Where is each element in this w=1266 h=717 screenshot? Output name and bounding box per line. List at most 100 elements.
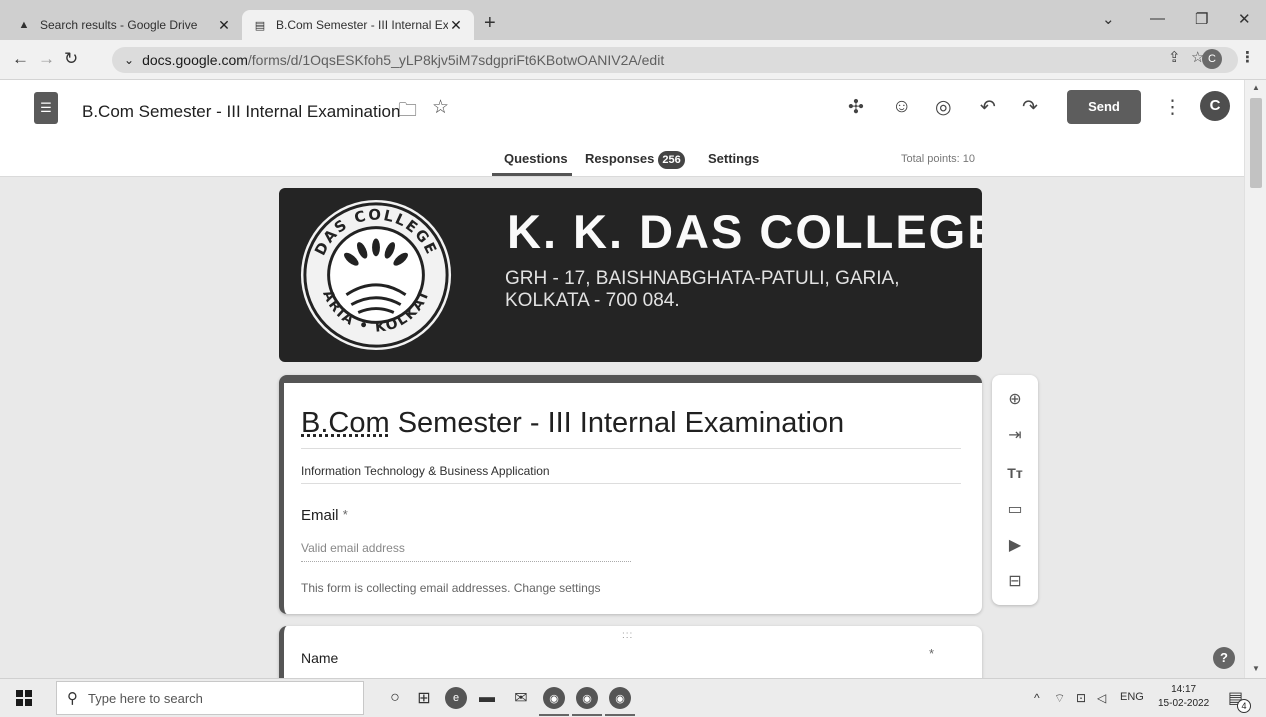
taskbar-search-input[interactable]: ⚲ Type here to search	[56, 681, 364, 715]
site-info-chevron-icon[interactable]: ⌄	[124, 53, 134, 67]
back-arrow-icon[interactable]: ←	[12, 49, 29, 69]
chrome-icon[interactable]: ◉	[543, 687, 565, 709]
page-scrollbar[interactable]: ▲ ▼	[1244, 80, 1266, 678]
network-icon[interactable]: ⊡	[1076, 691, 1086, 705]
college-name: K. K. DAS COLLEGE	[507, 205, 982, 258]
task-view-icon[interactable]: ⊞	[413, 687, 435, 709]
question-side-toolbar: ⊕ ⇥ Tт ▭ ▶ ⊟	[992, 375, 1038, 605]
college-address: GRH - 17, BAISHNABGHATA-PATULI, GARIA, K…	[505, 268, 900, 312]
address-line-2: KOLKATA - 700 084.	[505, 290, 680, 311]
close-tab-icon[interactable]: ✕	[216, 17, 232, 34]
input-language[interactable]: ENG	[1120, 691, 1144, 703]
document-title[interactable]: B.Com Semester - III Internal Examinatio…	[82, 102, 400, 122]
browser-tab-strip: ▲ Search results - Google Drive ✕ ▤ B.Co…	[0, 0, 1266, 40]
college-seal-logo: DAS COLLEGE GARIA • KOLKATA	[297, 196, 452, 351]
form-title-rest: Semester - III Internal Examination	[389, 407, 845, 439]
tab-questions[interactable]: Questions	[504, 151, 568, 166]
cortana-icon[interactable]: ○	[384, 687, 406, 709]
help-icon[interactable]: ?	[1213, 647, 1235, 669]
clock-time: 14:17	[1171, 684, 1197, 695]
forms-app-icon[interactable]: ☰	[34, 92, 58, 124]
reload-icon[interactable]: ↻	[64, 49, 78, 69]
palette-icon[interactable]: ☺	[892, 96, 911, 118]
edge-icon[interactable]: e	[445, 687, 467, 709]
user-avatar[interactable]: C	[1200, 91, 1230, 121]
add-question-icon[interactable]: ⊕	[1003, 387, 1027, 411]
active-tab-indicator	[492, 173, 572, 176]
form-title-card[interactable]: B.Com Semester - III Internal Examinatio…	[279, 375, 982, 614]
search-icon: ⚲	[67, 690, 78, 707]
form-description[interactable]: Information Technology & Business Applic…	[301, 464, 961, 484]
close-tab-icon[interactable]: ✕	[448, 17, 464, 34]
required-asterisk: *	[929, 646, 935, 661]
responses-count-badge: 256	[658, 151, 685, 169]
total-points: Total points: 10	[901, 153, 975, 165]
drive-icon: ▲	[18, 19, 30, 31]
send-button[interactable]: Send	[1067, 90, 1141, 124]
browser-tab-forms[interactable]: ▤ B.Com Semester - III Internal Exa ✕	[242, 10, 474, 40]
scroll-thumb[interactable]	[1250, 98, 1262, 188]
add-image-icon[interactable]: ▭	[1003, 497, 1027, 521]
taskbar-active-indicator	[605, 714, 635, 716]
tab-settings[interactable]: Settings	[708, 151, 759, 166]
add-section-icon[interactable]: ⊟	[1003, 569, 1027, 593]
question-title[interactable]: Name	[301, 650, 338, 666]
windows-start-icon[interactable]	[16, 690, 32, 706]
chrome-profile-3-icon[interactable]: ◉	[609, 687, 631, 709]
tab-search-chevron-icon[interactable]: ⌄	[1102, 10, 1115, 28]
tab-title: B.Com Semester - III Internal Exa	[276, 18, 448, 32]
required-asterisk: *	[342, 507, 348, 522]
notification-count-badge: 4	[1237, 699, 1251, 713]
browser-tab-drive[interactable]: ▲ Search results - Google Drive ✕	[6, 10, 242, 40]
folder-icon[interactable]: 🗀	[398, 96, 417, 128]
new-tab-button[interactable]: +	[484, 12, 496, 35]
forms-header: ☰ B.Com Semester - III Internal Examinat…	[0, 80, 1244, 177]
file-explorer-icon[interactable]: ▬	[476, 687, 498, 709]
show-hidden-icons-chevron-icon[interactable]: ^	[1034, 691, 1040, 705]
redo-icon[interactable]: ↷	[1022, 96, 1038, 119]
scroll-down-arrow-icon[interactable]: ▼	[1252, 664, 1260, 673]
address-bar[interactable]: ⌄ docs.google.com/forms/d/1OqsESKfoh5_yL…	[112, 47, 1238, 73]
browser-toolbar: ← → ↻ ⌄ docs.google.com/forms/d/1OqsESKf…	[0, 40, 1266, 80]
mail-icon[interactable]: ✉	[510, 687, 532, 709]
form-title-prefix: B.Com	[301, 407, 390, 439]
tab-responses-label: Responses	[585, 151, 655, 166]
question-card-name[interactable]: ::: Name *	[279, 626, 982, 686]
volume-icon[interactable]: ◁	[1097, 691, 1106, 705]
search-placeholder: Type here to search	[88, 690, 203, 706]
scroll-up-arrow-icon[interactable]: ▲	[1252, 83, 1260, 92]
preview-eye-icon[interactable]: ◎	[935, 96, 952, 119]
restore-icon[interactable]: ❐	[1195, 10, 1208, 28]
url-host: docs.google.com	[142, 52, 248, 68]
import-questions-icon[interactable]: ⇥	[1003, 423, 1027, 447]
add-ons-puzzle-icon[interactable]: ✣	[848, 96, 864, 119]
wifi-icon[interactable]: ⌔	[1054, 691, 1065, 706]
chrome-profile-avatar[interactable]: C	[1202, 49, 1222, 69]
more-options-icon[interactable]: ⋮	[1163, 96, 1182, 119]
clock-date: 15-02-2022	[1158, 698, 1210, 709]
form-title[interactable]: B.Com Semester - III Internal Examinatio…	[301, 407, 961, 449]
drag-handle-icon[interactable]: :::	[622, 630, 633, 641]
change-settings-link[interactable]: Change settings	[514, 581, 601, 595]
chrome-profile-2-icon[interactable]: ◉	[576, 687, 598, 709]
close-window-icon[interactable]: ✕	[1238, 10, 1251, 28]
tab-responses[interactable]: Responses 256	[585, 151, 685, 169]
email-field[interactable]: Valid email address	[301, 541, 631, 562]
star-icon[interactable]: ☆	[432, 96, 449, 119]
minimize-icon[interactable]: —	[1150, 10, 1165, 27]
tab-title: Search results - Google Drive	[40, 18, 198, 32]
system-clock[interactable]: 14:17 15-02-2022	[1158, 683, 1209, 711]
collect-note-text: This form is collecting email addresses.	[301, 581, 511, 595]
forward-arrow-icon[interactable]: →	[38, 49, 55, 69]
email-question-label: Email *	[301, 507, 348, 524]
header-banner-image: DAS COLLEGE GARIA • KOLKATA K. K. DAS CO…	[279, 188, 982, 362]
url-path: /forms/d/1OqsESKfoh5_yLP8kjv5iM7sdgpriFt…	[247, 52, 665, 68]
windows-taskbar: ⚲ Type here to search ○ ⊞ e ▬ ✉ ◉ ◉ ◉ ^ …	[0, 678, 1266, 717]
add-title-description-icon[interactable]: Tт	[1003, 461, 1027, 485]
share-icon[interactable]: ⇪	[1168, 48, 1181, 66]
undo-icon[interactable]: ↶	[980, 96, 996, 119]
add-video-icon[interactable]: ▶	[1003, 533, 1027, 557]
address-line-1: GRH - 17, BAISHNABGHATA-PATULI, GARIA,	[505, 268, 900, 289]
chrome-menu-icon[interactable]: ⋮	[1240, 48, 1255, 66]
forms-icon: ▤	[254, 19, 266, 32]
